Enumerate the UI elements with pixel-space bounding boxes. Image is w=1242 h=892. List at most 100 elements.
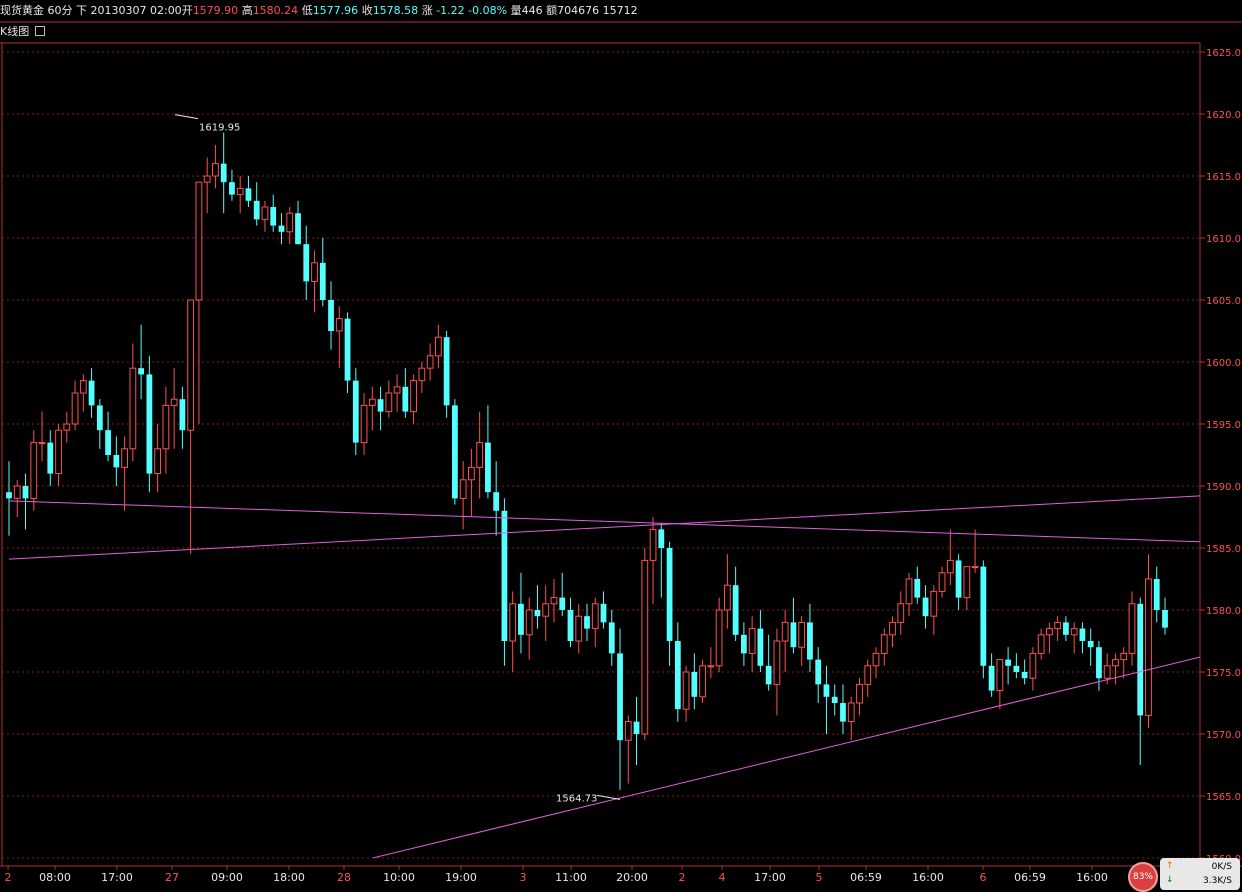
candle-body (658, 529, 665, 548)
candle-body (798, 621, 806, 648)
x-tick-label: 5 (816, 871, 823, 884)
candle-body (245, 188, 252, 201)
candle-body (707, 665, 715, 668)
candle-body (129, 367, 137, 450)
candle-body (633, 721, 640, 734)
candle-body (1070, 628, 1078, 636)
candle-body (88, 380, 95, 406)
candle-body (203, 175, 211, 183)
candle-body (840, 703, 846, 722)
candle-body (617, 653, 623, 741)
candle-body (699, 665, 706, 698)
x-tick-label: 3 (520, 871, 527, 884)
candle-body (542, 603, 550, 617)
candle-body (831, 696, 838, 703)
cpu-percent-badge: 83% (1128, 862, 1158, 892)
candle-body (459, 479, 467, 499)
y-tick-label: 1615.0 (1206, 172, 1241, 183)
candle-body (1021, 672, 1028, 679)
candle-body (162, 404, 170, 450)
candle-body (748, 628, 756, 654)
candle-body (1137, 603, 1144, 716)
candle-body (682, 671, 690, 710)
candle-body (1128, 603, 1136, 654)
candle-body (328, 300, 334, 331)
y-tick-label: 1595.0 (1206, 420, 1241, 431)
candle-body (905, 578, 913, 605)
candlestick-chart[interactable]: 1625.0 1620.0 1615.0 1610.0 1605.0 1600.0 1595… (0, 0, 1242, 890)
candle-body (187, 299, 195, 431)
candle-body (550, 597, 558, 605)
candle-body (261, 206, 269, 220)
candle-body (765, 665, 772, 685)
candle-body (47, 442, 54, 474)
x-tick-label: 6 (980, 871, 987, 884)
y-tick-label: 1580.0 (1206, 606, 1241, 617)
y-tick-label: 1605.0 (1206, 296, 1241, 307)
candle-body (6, 492, 12, 499)
x-tick-label: 2 (679, 871, 686, 884)
candle-body (311, 262, 318, 282)
candle-body (229, 182, 235, 195)
candle-body (352, 380, 359, 443)
candle-body (815, 659, 822, 685)
candle-body (335, 318, 343, 332)
candle-body (443, 337, 450, 406)
candle-body (286, 212, 294, 233)
candle-body (691, 672, 698, 697)
candle-body (476, 442, 484, 468)
x-tick-label: 20:00 (616, 871, 648, 884)
candle-body (575, 615, 583, 642)
candle-body (922, 597, 929, 617)
candle-body (649, 528, 657, 561)
candle-body (170, 398, 178, 406)
candle-body (723, 584, 731, 611)
candle-body (715, 609, 723, 667)
candle-body (96, 405, 103, 431)
x-tick-label: 06:59 (1014, 871, 1046, 884)
candle-body (1153, 579, 1160, 610)
candle-body (980, 566, 987, 666)
candle-body (847, 702, 855, 723)
candle-body (823, 684, 830, 697)
candle-body (1145, 578, 1152, 716)
candle-body (434, 336, 442, 357)
candle-body (773, 640, 781, 685)
network-speed-panel: ↑ 0K/S ↓ 3.3K/S (1160, 858, 1240, 890)
candle-body (63, 423, 71, 431)
candle-body (674, 641, 681, 710)
candle-body (319, 262, 326, 300)
candle-body (402, 386, 409, 412)
candle-body (501, 510, 508, 641)
candle-body (236, 187, 244, 196)
y-tick-label: 1575.0 (1206, 668, 1241, 679)
candle-body (79, 380, 87, 394)
high-annotation-label: 1619.95 (199, 123, 240, 134)
candle-body (485, 442, 491, 493)
candle-body (1096, 647, 1102, 679)
candle-body (963, 566, 971, 599)
candle-body (518, 603, 524, 635)
candle-body (55, 429, 62, 475)
candle-body (138, 368, 145, 375)
candle-body (591, 603, 599, 630)
x-tick-label: 19:00 (445, 871, 477, 884)
x-tick-label: 17:00 (754, 871, 786, 884)
download-arrow-icon: ↓ (1166, 875, 1174, 885)
candle-body (1063, 622, 1069, 635)
candle-body (757, 628, 764, 666)
candle-body (864, 665, 872, 685)
candle-body (344, 318, 351, 381)
candle-body (525, 609, 533, 636)
candle-body (295, 213, 301, 245)
x-tick-label: 16:00 (912, 871, 944, 884)
candle-body (468, 466, 475, 481)
candle-body (781, 621, 789, 642)
candle-body (608, 622, 615, 654)
candle-body (1112, 659, 1119, 667)
candle-body (1037, 634, 1045, 654)
candle-body (1087, 641, 1094, 648)
candle-body (732, 585, 739, 635)
y-tick-label: 1590.0 (1206, 482, 1241, 493)
high-annotation-leader (174, 114, 199, 120)
